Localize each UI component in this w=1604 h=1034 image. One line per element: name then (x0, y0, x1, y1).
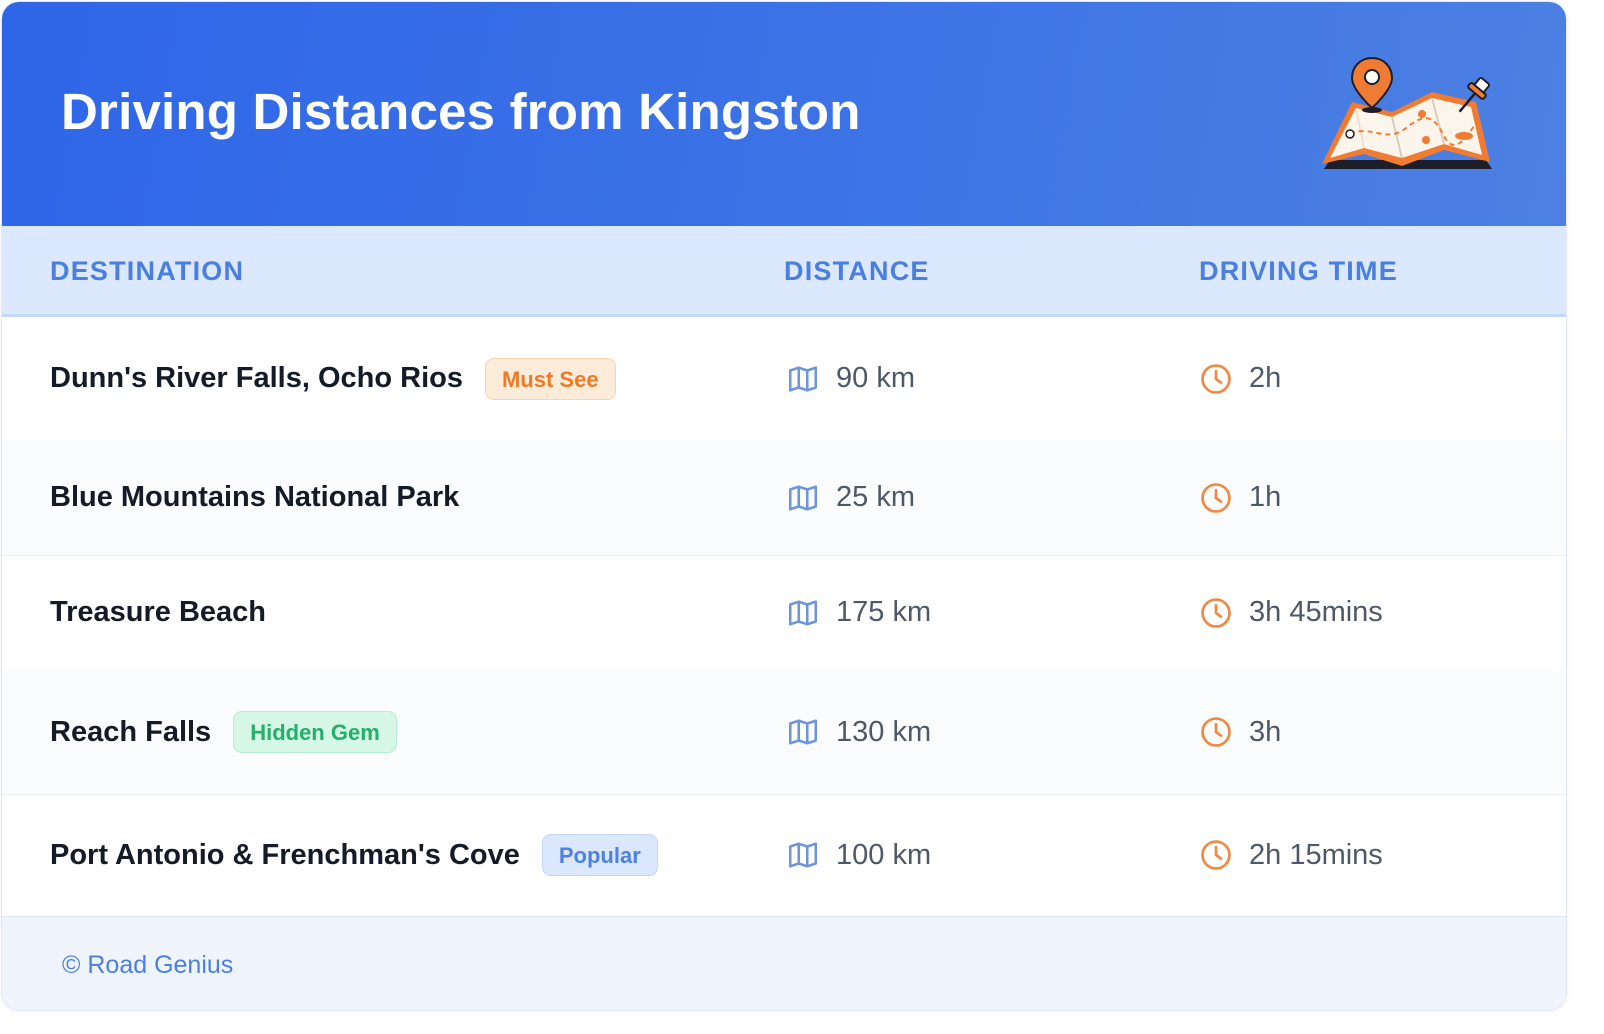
driving-time-cell: 2h (1199, 317, 1281, 440)
table-row: Blue Mountains National Park 25 km 1h (2, 440, 1566, 556)
driving-time-value: 2h (1249, 362, 1282, 394)
clock-icon (1201, 597, 1231, 628)
footer: © Road Genius (2, 916, 1566, 1010)
table-row: Dunn's River Falls, Ocho Rios Must See 9… (2, 317, 1566, 441)
driving-time-cell: 2h 15mins (1199, 794, 1383, 916)
distance-cell: 175 km (786, 555, 931, 670)
map-icon (788, 719, 818, 745)
header-banner: Driving Distances from Kingston (2, 2, 1566, 226)
distance-value: 90 km (836, 362, 915, 394)
distance-table-card: Driving Distances from Kingston DESTINAT… (1, 1, 1567, 1011)
distance-cell: 100 km (786, 794, 931, 916)
destination-name: Treasure Beach (50, 596, 267, 628)
table-row: Treasure Beach 175 km 3h 45mins (2, 555, 1566, 671)
clock-icon (1201, 717, 1231, 747)
clock-icon (1201, 840, 1231, 870)
driving-time-value: 2h 15mins (1249, 838, 1383, 871)
destination-cell: Blue Mountains National Park (50, 440, 459, 555)
distance-value: 130 km (836, 715, 932, 748)
footer-credit: © Road Genius (62, 951, 234, 979)
driving-time-cell: 1h (1199, 440, 1281, 555)
driving-time-value: 1h (1249, 481, 1282, 513)
map-icon (788, 484, 818, 511)
clock-icon (1201, 482, 1231, 513)
table-header: DESTINATION DISTANCE DRIVING TIME (2, 226, 1566, 317)
popular-badge: Popular (541, 834, 658, 876)
must-see-badge: Must See (484, 357, 616, 400)
driving-time-cell: 3h (1199, 670, 1281, 794)
clock-icon (1201, 363, 1231, 394)
driving-time-value: 3h (1249, 715, 1282, 748)
folded-map-with-pin-icon (1322, 56, 1492, 169)
map-icon (788, 365, 818, 392)
column-header-driving-time: DRIVING TIME (1199, 256, 1398, 286)
destination-cell: Port Antonio & Frenchman's Cove Popular (50, 794, 658, 916)
driving-time-value: 3h 45mins (1249, 596, 1383, 628)
destination-cell: Reach Falls Hidden Gem (50, 670, 397, 794)
driving-time-cell: 3h 45mins (1199, 555, 1383, 670)
distance-cell: 90 km (786, 317, 915, 440)
destination-name: Port Antonio & Frenchman's Cove (50, 838, 520, 871)
destination-name: Reach Falls (50, 715, 212, 748)
distance-cell: 130 km (786, 670, 931, 794)
table-row: Reach Falls Hidden Gem 130 km 3h (2, 670, 1566, 795)
distance-value: 175 km (836, 596, 932, 628)
distance-cell: 25 km (786, 440, 915, 555)
distance-value: 25 km (836, 481, 915, 513)
hidden-gem-badge: Hidden Gem (233, 711, 397, 753)
destination-cell: Dunn's River Falls, Ocho Rios Must See (50, 317, 616, 440)
page-title: Driving Distances from Kingston (61, 83, 861, 140)
map-icon (788, 599, 818, 626)
destination-cell: Treasure Beach (50, 555, 266, 670)
column-header-destination: DESTINATION (50, 256, 245, 286)
destination-name: Dunn's River Falls, Ocho Rios (50, 362, 463, 394)
map-icon (788, 842, 818, 868)
table-row: Port Antonio & Frenchman's Cove Popular … (2, 794, 1566, 916)
destination-name: Blue Mountains National Park (50, 481, 460, 513)
column-header-distance: DISTANCE (784, 256, 930, 286)
distance-value: 100 km (836, 838, 932, 871)
